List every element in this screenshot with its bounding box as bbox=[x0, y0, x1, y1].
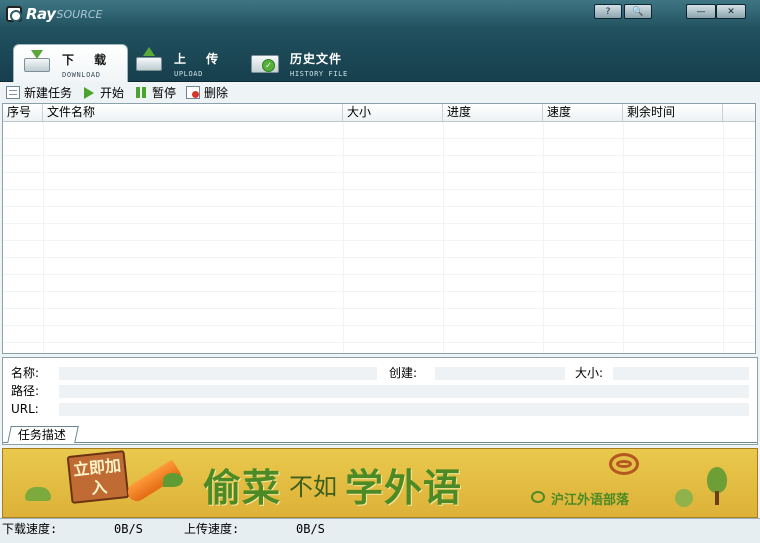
tab-upload-title: 上 传 bbox=[174, 52, 227, 66]
url-value bbox=[59, 403, 749, 416]
search-icon: 🔍 bbox=[632, 6, 644, 17]
tab-download-title: 下 载 bbox=[62, 53, 115, 67]
title-bar: Ray SOURCE ? 🔍 — ✕ 下 载 DOWNLOAD 上 传 UPLO… bbox=[0, 0, 760, 82]
download-speed-value: 0B/S bbox=[114, 522, 143, 536]
created-value bbox=[435, 367, 565, 380]
headline-part-2: 学外语 bbox=[345, 465, 463, 510]
tree-icon bbox=[707, 467, 727, 493]
banner-headline: 偷菜 不如 学外语 bbox=[203, 461, 462, 510]
column-header-size[interactable]: 大小 bbox=[343, 104, 443, 121]
new-task-icon bbox=[6, 86, 20, 99]
history-folder-icon: ✓ bbox=[250, 49, 280, 75]
pause-button[interactable]: 暂停 bbox=[134, 84, 176, 102]
path-value bbox=[59, 385, 749, 398]
tab-upload-subtitle: UPLOAD bbox=[174, 70, 203, 78]
bush-icon bbox=[25, 487, 51, 501]
headline-part-1: 偷菜 bbox=[203, 465, 282, 510]
help-button[interactable]: ? bbox=[594, 4, 622, 19]
path-label: 路径: bbox=[11, 384, 40, 398]
close-icon: ✕ bbox=[727, 6, 735, 17]
logo-primary-text: Ray bbox=[26, 5, 56, 23]
column-header-speed[interactable]: 速度 bbox=[543, 104, 623, 121]
upload-speed-label: 上传速度: bbox=[184, 522, 240, 536]
tab-task-description[interactable]: 任务描述 bbox=[7, 426, 79, 443]
tab-download-subtitle: DOWNLOAD bbox=[62, 71, 101, 79]
logo-secondary-text: SOURCE bbox=[56, 7, 103, 21]
column-header-progress[interactable]: 进度 bbox=[443, 104, 543, 121]
table-body[interactable] bbox=[3, 122, 755, 353]
size-label: 大小: bbox=[575, 366, 604, 380]
close-button[interactable]: ✕ bbox=[716, 4, 746, 19]
minimize-button[interactable]: — bbox=[686, 4, 716, 19]
help-icon: ? bbox=[605, 6, 611, 17]
delete-button[interactable]: 删除 bbox=[186, 84, 228, 102]
play-icon bbox=[82, 86, 96, 99]
new-task-button[interactable]: 新建任务 bbox=[6, 84, 72, 102]
start-label: 开始 bbox=[100, 86, 125, 100]
task-description-label: 任务描述 bbox=[17, 428, 66, 442]
headline-mid: 不如 bbox=[289, 472, 338, 501]
created-label: 创建: bbox=[389, 366, 418, 380]
status-bar: 下载速度: 0B/S 上传速度: 0B/S bbox=[0, 518, 760, 543]
task-table[interactable]: 序号 文件名称 大小 进度 速度 剩余时间 bbox=[2, 103, 756, 354]
pause-icon bbox=[134, 86, 148, 99]
upload-speed-value: 0B/S bbox=[296, 522, 325, 536]
app-window: Ray SOURCE ? 🔍 — ✕ 下 载 DOWNLOAD 上 传 UPLO… bbox=[0, 0, 760, 543]
column-header-remaining[interactable]: 剩余时间 bbox=[623, 104, 723, 121]
tree-trunk bbox=[715, 491, 719, 505]
new-task-label: 新建任务 bbox=[24, 86, 73, 100]
start-button[interactable]: 开始 bbox=[82, 84, 124, 102]
delete-label: 删除 bbox=[204, 86, 229, 100]
pause-label: 暂停 bbox=[152, 86, 177, 100]
size-value bbox=[613, 367, 749, 380]
column-header-index[interactable]: 序号 bbox=[3, 104, 43, 121]
column-header-filename[interactable]: 文件名称 bbox=[43, 104, 343, 121]
join-now-sign[interactable]: 立即加入 bbox=[66, 450, 130, 504]
ad-banner[interactable]: 立即加入 偷菜 不如 学外语 沪江外语部落 bbox=[2, 448, 758, 518]
delete-icon bbox=[186, 86, 201, 99]
name-value bbox=[59, 367, 377, 380]
task-details-panel: 名称: 创建: 大小: 路径: URL: 任务描述 bbox=[2, 357, 758, 445]
table-header: 序号 文件名称 大小 进度 速度 剩余时间 bbox=[3, 104, 755, 122]
toolbar: 新建任务 开始 暂停 删除 bbox=[0, 82, 760, 103]
download-icon bbox=[22, 50, 52, 76]
download-speed-label: 下载速度: bbox=[2, 522, 58, 536]
tab-download[interactable]: 下 载 DOWNLOAD bbox=[13, 44, 128, 82]
tab-history-subtitle: HISTORY FILE bbox=[290, 70, 348, 78]
search-button[interactable]: 🔍 bbox=[624, 4, 652, 19]
spiral-icon bbox=[609, 453, 639, 475]
shrub-icon bbox=[675, 489, 693, 507]
logo-icon bbox=[6, 6, 22, 22]
upload-icon bbox=[134, 47, 164, 75]
brand-logo-icon bbox=[531, 491, 545, 503]
tab-history-title: 历史文件 bbox=[290, 52, 343, 66]
app-logo: Ray SOURCE bbox=[6, 5, 102, 23]
leaf-icon bbox=[163, 473, 183, 487]
tab-history[interactable]: ✓ 历史文件 HISTORY FILE bbox=[250, 44, 380, 82]
name-label: 名称: bbox=[11, 366, 40, 380]
tab-upload[interactable]: 上 传 UPLOAD bbox=[134, 44, 234, 82]
banner-brand: 沪江外语部落 bbox=[551, 493, 630, 508]
url-label: URL: bbox=[11, 402, 39, 416]
minimize-icon: — bbox=[696, 6, 706, 17]
